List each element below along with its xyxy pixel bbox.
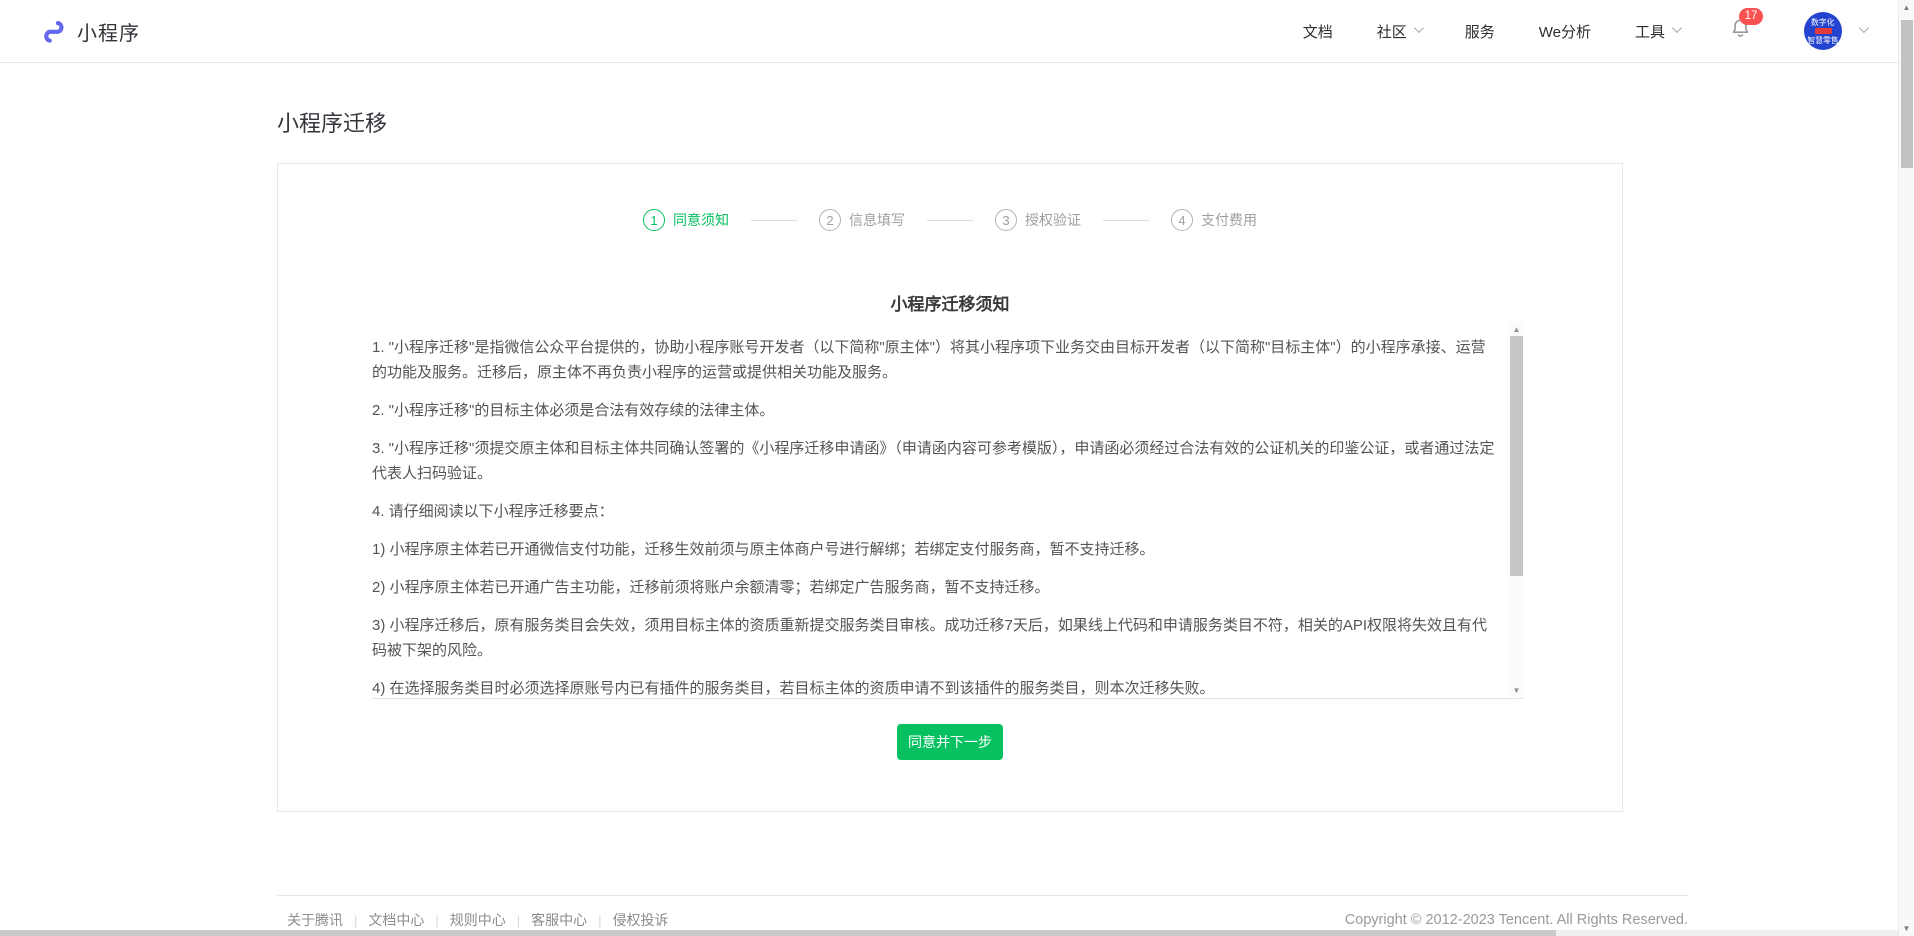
step-auth-verify: 3 授权验证 [995,209,1081,231]
notice-paragraph: 4. 请仔细阅读以下小程序迁移要点： [372,499,1498,524]
step-label: 支付费用 [1201,210,1257,230]
step-label: 授权验证 [1025,210,1081,230]
top-nav: 文档 社区 服务 We分析 工具 17 数字化 智慧零售 [1303,12,1866,50]
page-horizontal-scrollbar[interactable] [0,930,1898,936]
footer-links: 关于腾讯 | 文档中心 | 规则中心 | 客服中心 | 侵权投诉 [277,910,669,930]
step-fill-info: 2 信息填写 [819,209,905,231]
footer-link-doc-center[interactable]: 文档中心 [368,910,424,930]
notice-paragraph: 3. "小程序迁移"须提交原主体和目标主体共同确认签署的《小程序迁移申请函》（申… [372,436,1498,486]
footer-separator: | [598,913,601,928]
scrollbar-thumb[interactable] [1510,336,1523,576]
avatar-text-top: 数字化 [1811,17,1834,26]
notice-scrollbar[interactable]: ▲ ▼ [1509,322,1524,699]
notice-scroll-area[interactable]: 1. "小程序迁移"是指微信公众平台提供的，协助小程序账号开发者（以下简称"原主… [372,322,1524,699]
nav-docs[interactable]: 文档 [1303,21,1333,42]
scrollbar-thumb[interactable] [1901,20,1913,168]
avatar: 数字化 智慧零售 [1804,12,1842,50]
avatar-text-bottom: 智慧零售 [1807,35,1838,44]
nav-services-label: 服务 [1465,21,1495,42]
notice-paragraph: 4) 在选择服务类目时必须选择原账号内已有插件的服务类目，若目标主体的资质申请不… [372,676,1498,699]
page-title: 小程序迁移 [277,106,387,138]
page-vertical-scrollbar[interactable]: ▲ ▼ [1898,0,1914,936]
notification-badge: 17 [1739,8,1763,25]
step-connector [1103,220,1149,221]
step-pay-fee: 4 支付费用 [1171,209,1257,231]
step-circle: 2 [819,209,841,231]
step-circle: 3 [995,209,1017,231]
chevron-down-icon [1414,23,1424,33]
chevron-down-icon [1672,23,1682,33]
brand[interactable]: 小程序 [40,17,140,46]
notice-heading: 小程序迁移须知 [278,290,1622,315]
chevron-down-icon [1859,23,1869,33]
scroll-up-icon[interactable]: ▲ [1509,324,1524,336]
nav-docs-label: 文档 [1303,21,1333,42]
agree-next-button[interactable]: 同意并下一步 [897,724,1003,760]
nav-community[interactable]: 社区 [1377,21,1421,42]
step-circle: 4 [1171,209,1193,231]
stepper: 1 同意须知 2 信息填写 3 授权验证 4 支付费用 [278,209,1622,231]
notice-paragraph: 2. "小程序迁移"的目标主体必须是合法有效存续的法律主体。 [372,398,1498,423]
step-connector [751,220,797,221]
nav-community-label: 社区 [1377,21,1407,42]
brand-name: 小程序 [77,17,140,46]
scroll-down-icon[interactable]: ▼ [1899,924,1914,933]
footer-link-rules-center[interactable]: 规则中心 [450,910,506,930]
notice-paragraph: 1. "小程序迁移"是指微信公众平台提供的，协助小程序账号开发者（以下简称"原主… [372,335,1498,385]
step-label: 信息填写 [849,210,905,230]
notice-paragraph: 3) 小程序迁移后，原有服务类目会失效，须用目标主体的资质重新提交服务类目审核。… [372,613,1498,663]
miniprogram-logo-icon [40,18,67,45]
step-agree-notice: 1 同意须知 [643,209,729,231]
nav-tools-label: 工具 [1635,21,1665,42]
footer-link-about-tencent[interactable]: 关于腾讯 [287,910,343,930]
notification-bell[interactable]: 17 [1729,17,1752,45]
footer-link-infringement-complaint[interactable]: 侵权投诉 [613,910,669,930]
step-circle: 1 [643,209,665,231]
scroll-down-icon[interactable]: ▼ [1509,685,1524,697]
footer-separator: | [354,913,357,928]
nav-we-analytics-label: We分析 [1539,21,1591,42]
notice-paragraph: 1) 小程序原主体若已开通微信支付功能，迁移生效前须与原主体商户号进行解绑；若绑… [372,537,1498,562]
footer-separator: | [517,913,520,928]
migration-card: 1 同意须知 2 信息填写 3 授权验证 4 支付费用 小程序迁移须知 1. "… [277,163,1623,812]
nav-tools[interactable]: 工具 [1635,21,1679,42]
footer: 关于腾讯 | 文档中心 | 规则中心 | 客服中心 | 侵权投诉 Copyright ©… [277,910,1688,930]
scrollbar-thumb[interactable] [0,930,1556,936]
nav-we-analytics[interactable]: We分析 [1539,21,1591,42]
copyright: Copyright © 2012-2023 Tencent. All Right… [1345,912,1688,928]
navbar: 小程序 文档 社区 服务 We分析 工具 17 数字化 智慧零售 [0,0,1914,63]
step-connector [927,220,973,221]
step-label: 同意须知 [673,210,729,230]
notice-paragraph: 2) 小程序原主体若已开通广告主功能，迁移前须将账户余额清零；若绑定广告服务商，… [372,575,1498,600]
account-menu[interactable]: 数字化 智慧零售 [1804,12,1866,50]
footer-separator: | [435,913,438,928]
footer-divider [277,895,1688,896]
nav-services[interactable]: 服务 [1465,21,1495,42]
footer-link-support-center[interactable]: 客服中心 [531,910,587,930]
scroll-up-icon[interactable]: ▲ [1899,3,1914,12]
avatar-red-stamp [1815,28,1832,34]
